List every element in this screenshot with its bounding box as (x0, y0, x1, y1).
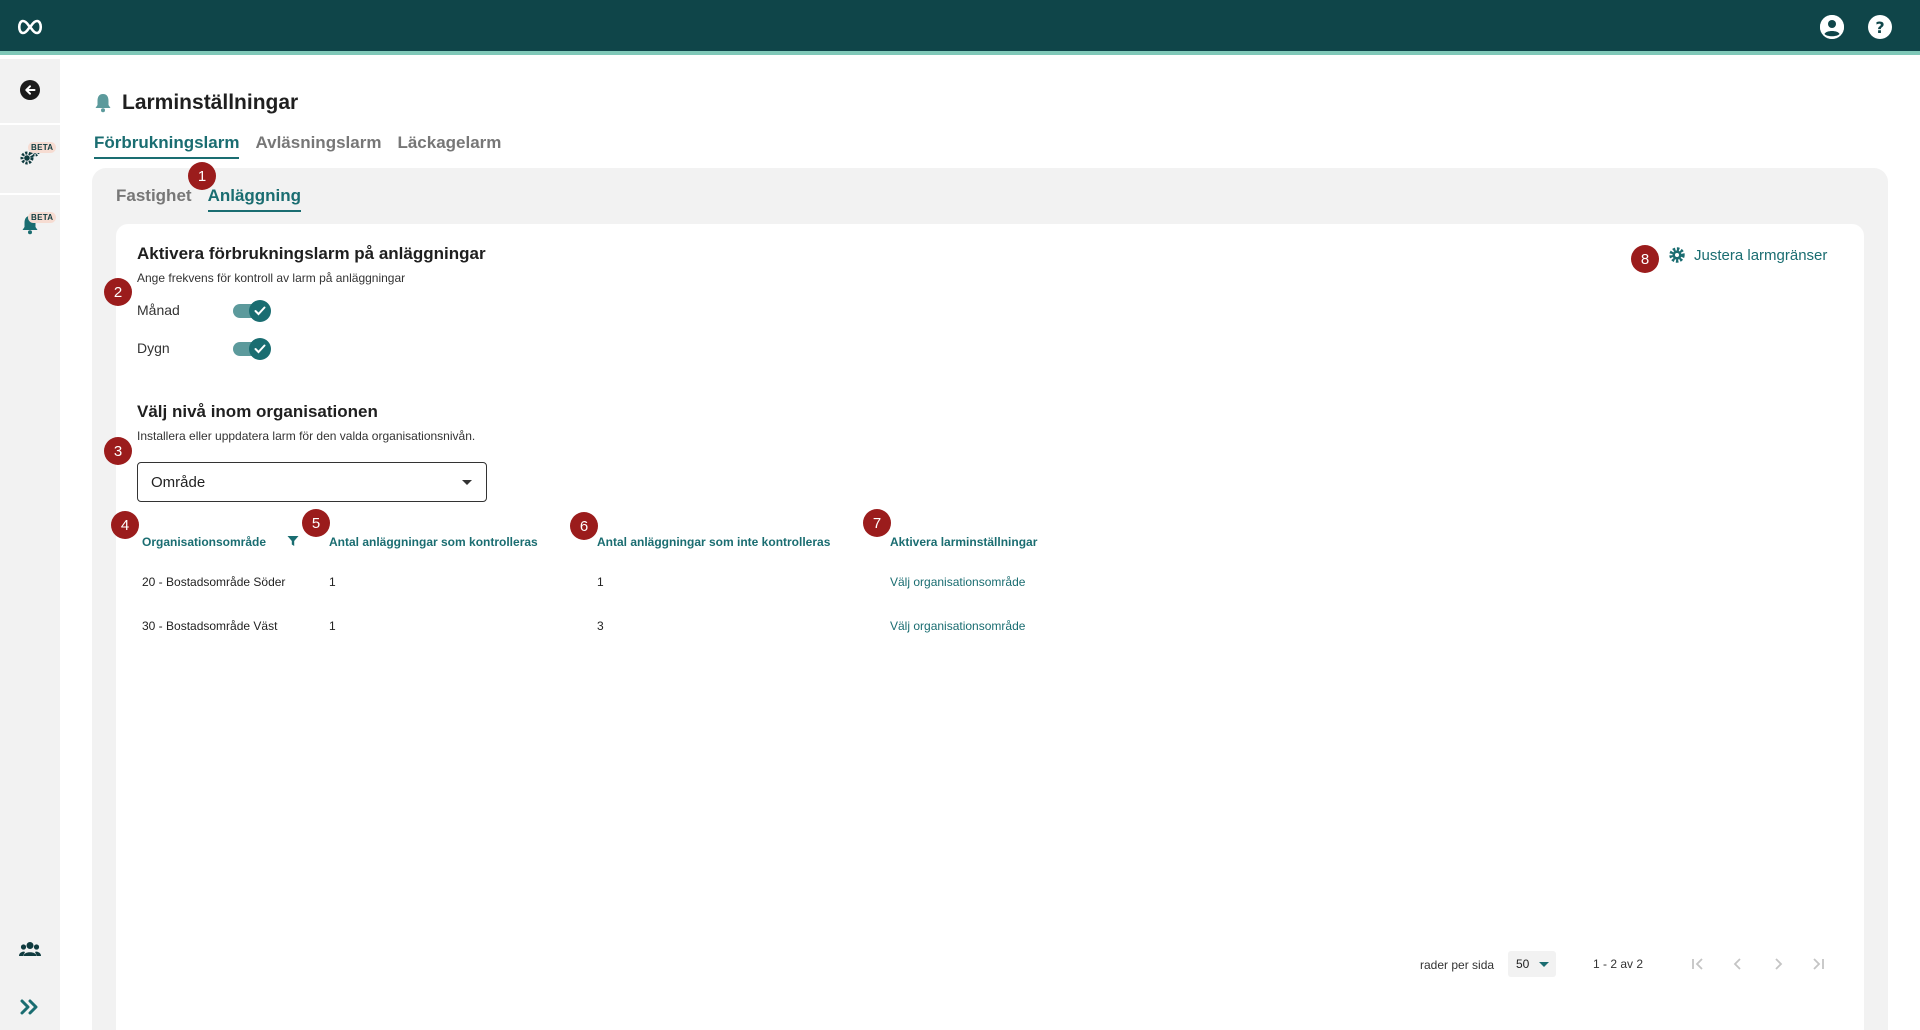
filter-icon[interactable] (287, 535, 299, 547)
gear-icon (1669, 247, 1685, 263)
beta-badge: BETA (28, 212, 57, 223)
caret-down-icon (462, 480, 472, 485)
section-title-level: Välj nivå inom organisationen (137, 402, 378, 421)
check-icon (254, 306, 266, 316)
table-cell-not-controlled: 1 (597, 575, 604, 589)
help-icon[interactable]: ? (1868, 15, 1892, 39)
annotation-marker: 4 (111, 511, 139, 539)
toggle-manad[interactable] (233, 300, 271, 322)
check-icon (254, 344, 266, 354)
annotation-marker: 5 (302, 509, 330, 537)
rows-per-page-value: 50 (1516, 957, 1530, 971)
caret-down-icon (1539, 962, 1549, 967)
table-cell-controlled: 1 (329, 575, 336, 589)
table-cell-area: 20 - Bostadsområde Söder (142, 575, 286, 589)
select-area-link[interactable]: Välj organisationsområde (890, 575, 1025, 589)
bell-icon (95, 94, 111, 113)
table-cell-not-controlled: 3 (597, 619, 604, 633)
first-page-icon[interactable] (1686, 952, 1710, 976)
page-header: Larminställningar (94, 88, 298, 118)
sidebar: BETA BETA (0, 59, 60, 1030)
last-page-icon[interactable] (1806, 952, 1830, 976)
column-header-organisationsomrade[interactable]: Organisationsområde (142, 535, 266, 549)
select-value: Område (151, 474, 206, 491)
tab-anlaggning[interactable]: Anläggning (207, 186, 302, 212)
organisation-level-select[interactable]: Område (137, 462, 487, 502)
annotation-marker: 3 (104, 437, 132, 465)
adjust-alarm-limits-label: Justera larmgränser (1694, 246, 1828, 264)
annotation-marker: 6 (570, 512, 598, 540)
main-tabs: Förbrukningslarm Avläsningslarm Läckagel… (94, 133, 501, 159)
account-circle-icon[interactable] (1820, 15, 1844, 39)
beta-badge: BETA (28, 142, 57, 153)
back-arrow-icon[interactable] (14, 74, 46, 106)
table-cell-controlled: 1 (329, 619, 336, 633)
toggle-dygn[interactable] (233, 338, 271, 360)
section-subtitle-level: Installera eller uppdatera larm för den … (137, 429, 476, 443)
double-chevron-right-icon[interactable] (14, 991, 46, 1023)
pagination-range: 1 - 2 av 2 (1593, 957, 1644, 971)
infinity-logo[interactable] (16, 16, 44, 38)
annotation-marker: 2 (104, 278, 132, 306)
tab-fastighet[interactable]: Fastighet (116, 186, 192, 212)
tab-avlasningslarm[interactable]: Avläsningslarm (255, 133, 381, 159)
users-icon[interactable] (14, 933, 46, 965)
next-page-icon[interactable] (1766, 952, 1790, 976)
select-area-link[interactable]: Välj organisationsområde (890, 619, 1025, 633)
column-header-activate[interactable]: Aktivera larminställningar (890, 535, 1037, 549)
tab-forbrukningslarm[interactable]: Förbrukningslarm (94, 133, 240, 159)
top-bar: ? (0, 0, 1920, 55)
rows-per-page-select[interactable]: 50 (1508, 951, 1556, 977)
adjust-alarm-limits-link[interactable]: Justera larmgränser (1668, 246, 1827, 264)
tab-lackagelarm[interactable]: Läckagelarm (397, 133, 501, 159)
annotation-marker: 7 (863, 509, 891, 537)
column-header-not-controlled[interactable]: Antal anläggningar som inte kontrolleras (597, 535, 830, 549)
toggle-label-manad: Månad (137, 302, 180, 318)
section-subtitle-frequency: Ange frekvens för kontroll av larm på an… (137, 271, 406, 285)
annotation-marker: 1 (188, 162, 216, 190)
sub-tabs: Fastighet Anläggning (116, 186, 302, 212)
table-cell-area: 30 - Bostadsområde Väst (142, 619, 278, 633)
previous-page-icon[interactable] (1726, 952, 1750, 976)
rows-per-page-label: rader per sida (1420, 958, 1495, 972)
annotation-marker: 8 (1631, 245, 1659, 273)
column-header-controlled[interactable]: Antal anläggningar som kontrolleras (329, 535, 538, 549)
page-title: Larminställningar (122, 91, 299, 114)
section-title-activate: Aktivera förbrukningslarm på anläggninga… (137, 244, 486, 263)
toggle-label-dygn: Dygn (137, 340, 170, 356)
